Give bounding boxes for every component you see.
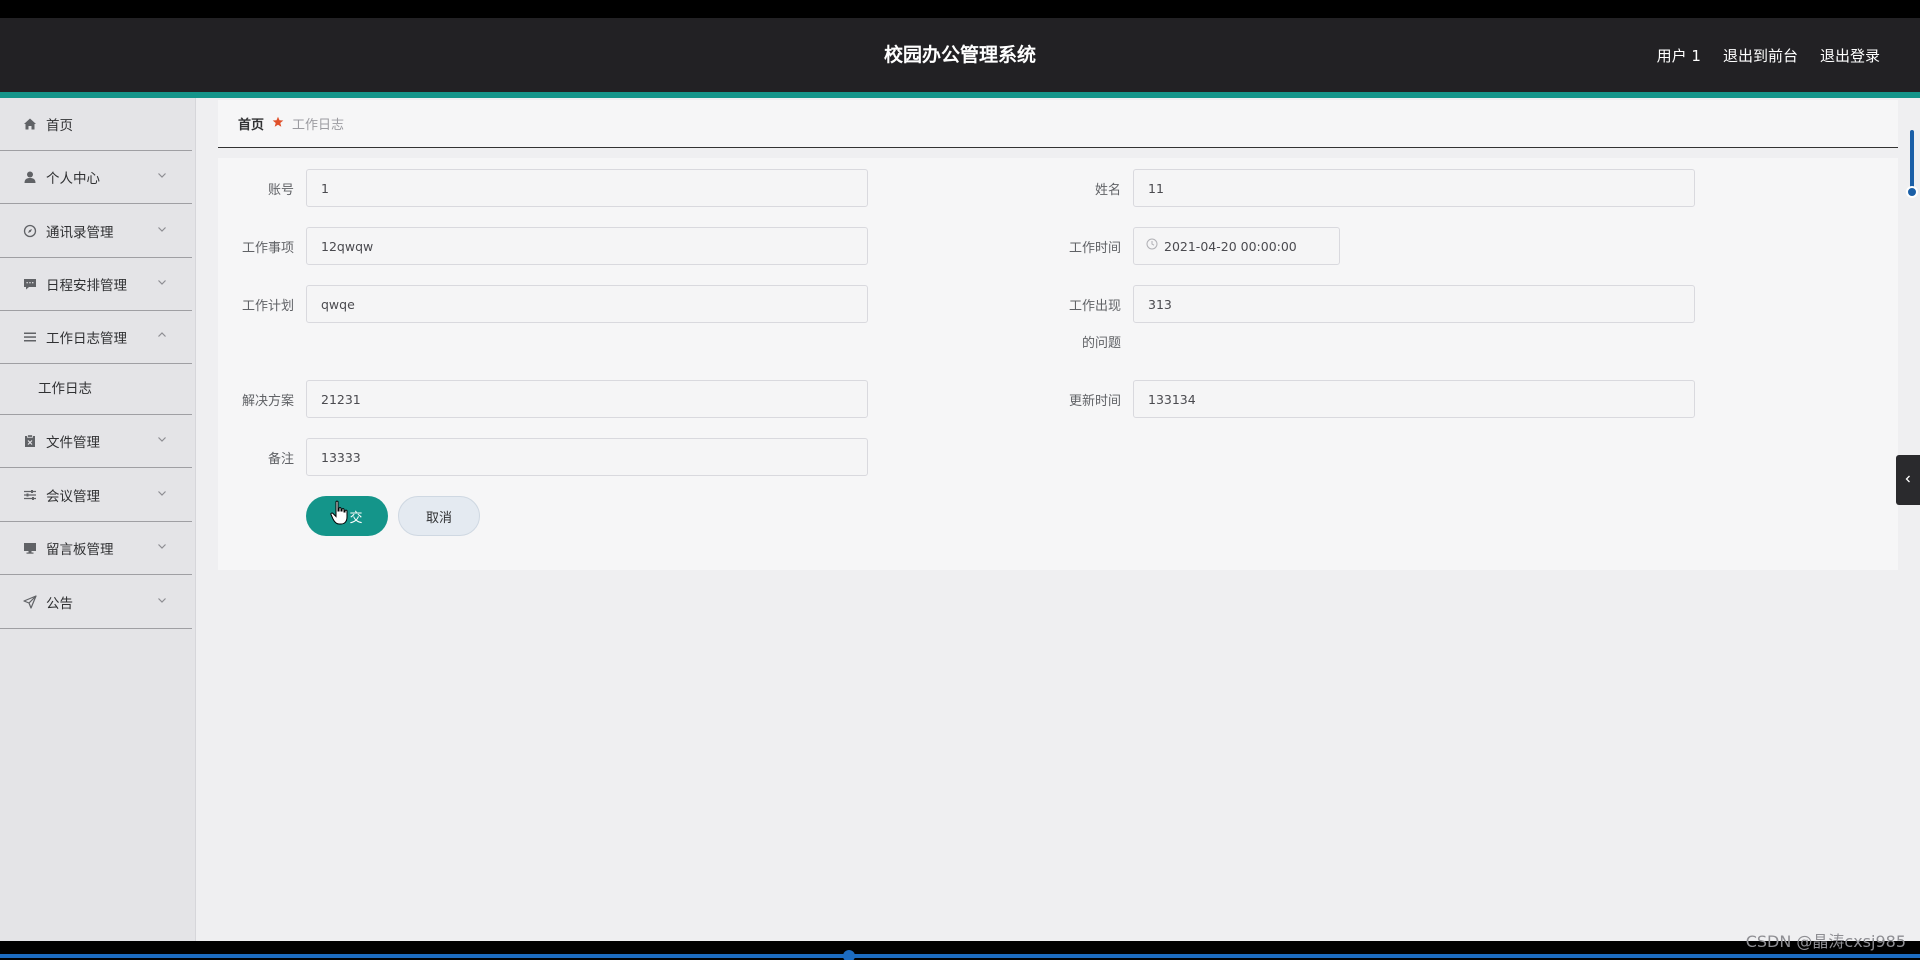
chat-icon	[22, 276, 38, 292]
account-label: 账号	[267, 183, 294, 198]
work-time-picker[interactable]	[1133, 227, 1340, 265]
chevron-up-icon	[156, 329, 170, 343]
work-issue-label-line2: 的问题	[1081, 336, 1121, 351]
sidebar-item-profile[interactable]: 个人中心	[0, 151, 192, 204]
breadcrumb-home[interactable]: 首页	[238, 114, 264, 133]
chevron-down-icon	[156, 276, 170, 290]
current-user-link[interactable]: 用户 1	[1657, 45, 1701, 66]
send-icon	[22, 594, 38, 610]
panel-toggle-button[interactable]	[1896, 455, 1920, 505]
work-plan-input[interactable]	[306, 285, 868, 323]
hand-cursor-icon	[330, 500, 350, 526]
work-plan-label: 工作计划	[241, 299, 294, 314]
header-accent-stripe	[0, 92, 1920, 98]
sidebar-item-schedule[interactable]: 日程安排管理	[0, 258, 192, 311]
sidebar-item-files[interactable]: 文件管理	[0, 415, 192, 468]
sidebar-item-label: 会议管理	[46, 489, 100, 505]
star-separator-icon	[272, 116, 284, 131]
remark-label: 备注	[267, 452, 294, 467]
cancel-button[interactable]: 取消	[398, 496, 480, 536]
user-icon	[22, 169, 38, 185]
chevron-down-icon	[156, 433, 170, 447]
sidebar-item-notice[interactable]: 公告	[0, 576, 192, 629]
solution-label: 解决方案	[241, 394, 294, 409]
work-time-label: 工作时间	[1068, 241, 1121, 256]
update-time-input[interactable]	[1133, 380, 1695, 418]
sidebar-item-label: 日程安排管理	[46, 278, 127, 294]
remark-input[interactable]	[306, 438, 868, 476]
chevron-down-icon	[156, 223, 170, 237]
top-black-bar	[0, 0, 1920, 18]
sidebar-item-label: 公告	[46, 596, 73, 612]
video-progress-bar[interactable]	[0, 954, 1920, 958]
chevron-down-icon	[156, 540, 170, 554]
breadcrumb: 首页 工作日志	[218, 100, 1898, 148]
compass-icon	[22, 223, 38, 239]
back-to-front-link[interactable]: 退出到前台	[1723, 45, 1798, 66]
sliders-icon	[22, 487, 38, 503]
app-title: 校园办公管理系统	[883, 44, 1036, 66]
file-x-icon	[22, 433, 38, 449]
sidebar-item-worklog[interactable]: 工作日志管理	[0, 311, 192, 364]
breadcrumb-current: 工作日志	[292, 118, 345, 133]
chevron-down-icon	[156, 594, 170, 608]
name-input[interactable]	[1133, 169, 1695, 207]
chevron-down-icon	[156, 169, 170, 183]
work-issue-label-line1: 工作出现	[1068, 299, 1121, 314]
header-actions: 用户 1 退出到前台 退出登录	[1657, 18, 1880, 92]
work-issue-input[interactable]	[1133, 285, 1695, 323]
sidebar-item-label: 文件管理	[46, 435, 100, 451]
logout-link[interactable]: 退出登录	[1820, 45, 1880, 66]
sidebar-item-contacts[interactable]: 通讯录管理	[0, 205, 192, 258]
sidebar: 首页 个人中心 通讯录管理 日程安排管理 工作日志管理 工作日志 文件管理 会议…	[0, 98, 196, 941]
progress-handle[interactable]	[843, 950, 855, 960]
page-scrollbar[interactable]	[1910, 130, 1914, 190]
scroll-handle[interactable]	[1906, 186, 1918, 198]
sidebar-item-label: 留言板管理	[46, 542, 114, 558]
chevron-down-icon	[156, 487, 170, 501]
update-time-label: 更新时间	[1068, 394, 1121, 409]
sidebar-item-guestbook[interactable]: 留言板管理	[0, 522, 192, 575]
chevron-left-icon	[1903, 473, 1913, 488]
submit-label: 交	[349, 510, 363, 526]
name-label: 姓名	[1094, 183, 1121, 198]
sidebar-item-label: 个人中心	[46, 171, 100, 187]
solution-input[interactable]	[306, 380, 868, 418]
clock-icon	[1146, 238, 1158, 254]
monitor-icon	[22, 540, 38, 556]
work-item-input[interactable]	[306, 227, 868, 265]
sidebar-subitem-worklog[interactable]: 工作日志	[0, 365, 192, 415]
sidebar-item-meetings[interactable]: 会议管理	[0, 469, 192, 522]
list-icon	[22, 329, 38, 345]
work-time-input[interactable]	[1164, 238, 1324, 254]
watermark: CSDN @晶涛cxsj985	[1745, 932, 1906, 951]
sidebar-item-label: 工作日志管理	[46, 331, 127, 347]
account-input[interactable]	[306, 169, 868, 207]
sidebar-item-label: 通讯录管理	[46, 225, 114, 241]
work-item-label: 工作事项	[241, 241, 294, 256]
